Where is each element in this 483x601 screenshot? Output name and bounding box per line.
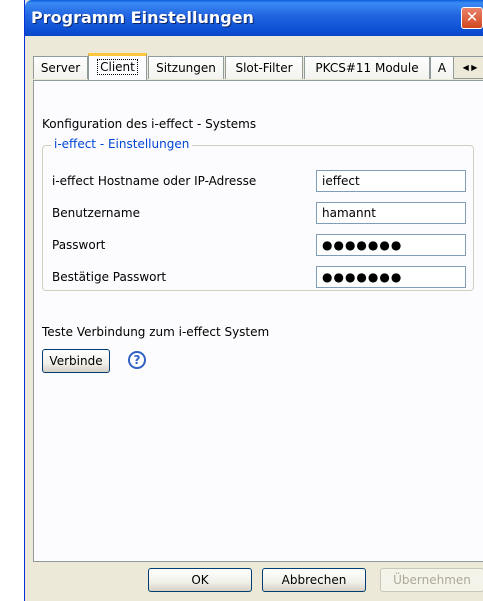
- confirm-password-input[interactable]: ●●●●●●●: [316, 266, 466, 288]
- group-title: i-effect - Einstellungen: [51, 137, 193, 151]
- password-input[interactable]: ●●●●●●●: [316, 234, 466, 256]
- tab-client[interactable]: Client: [88, 53, 147, 80]
- tab-server[interactable]: Server: [33, 56, 88, 79]
- help-icon[interactable]: ?: [128, 351, 146, 369]
- section-heading: Konfiguration des i-effect - Systems: [42, 117, 257, 131]
- close-icon[interactable]: ✕: [461, 7, 483, 29]
- title-bar[interactable]: Programm Einstellungen ✕: [25, 0, 483, 36]
- username-label: Benutzername: [52, 206, 140, 220]
- tab-pkcs11-module[interactable]: PKCS#11 Module: [304, 56, 430, 79]
- confirm-password-label: Bestätige Passwort: [52, 270, 167, 284]
- tab-strip: Server Client Sitzungen Slot-Filter PKCS…: [33, 53, 483, 80]
- password-label: Passwort: [52, 238, 106, 252]
- cancel-button[interactable]: Abbrechen: [262, 568, 366, 592]
- tab-truncated[interactable]: A: [430, 56, 454, 79]
- tab-scroll-buttons[interactable]: ◀ ▶: [453, 56, 483, 79]
- connect-button[interactable]: Verbinde: [42, 349, 110, 373]
- client-tab-panel: Konfiguration des i-effect - Systems i-e…: [33, 80, 483, 562]
- test-connection-label: Teste Verbindung zum i-effect System: [42, 325, 270, 339]
- window-title: Programm Einstellungen: [31, 8, 254, 27]
- ok-button[interactable]: OK: [148, 568, 252, 592]
- settings-window: Programm Einstellungen ✕ Server Client S…: [24, 0, 483, 601]
- tab-slot-filter[interactable]: Slot-Filter: [225, 56, 303, 79]
- ieffect-settings-group: i-effect - Einstellungen i-effect Hostna…: [42, 137, 474, 291]
- hostname-label: i-effect Hostname oder IP-Adresse: [52, 174, 257, 188]
- scroll-left-icon[interactable]: ◀: [463, 63, 469, 72]
- scroll-right-icon[interactable]: ▶: [471, 63, 477, 72]
- apply-button[interactable]: Übernehmen: [380, 568, 483, 592]
- username-input[interactable]: hamannt: [316, 202, 466, 224]
- hostname-input[interactable]: ieffect: [316, 170, 466, 192]
- tab-sitzungen[interactable]: Sitzungen: [148, 56, 224, 79]
